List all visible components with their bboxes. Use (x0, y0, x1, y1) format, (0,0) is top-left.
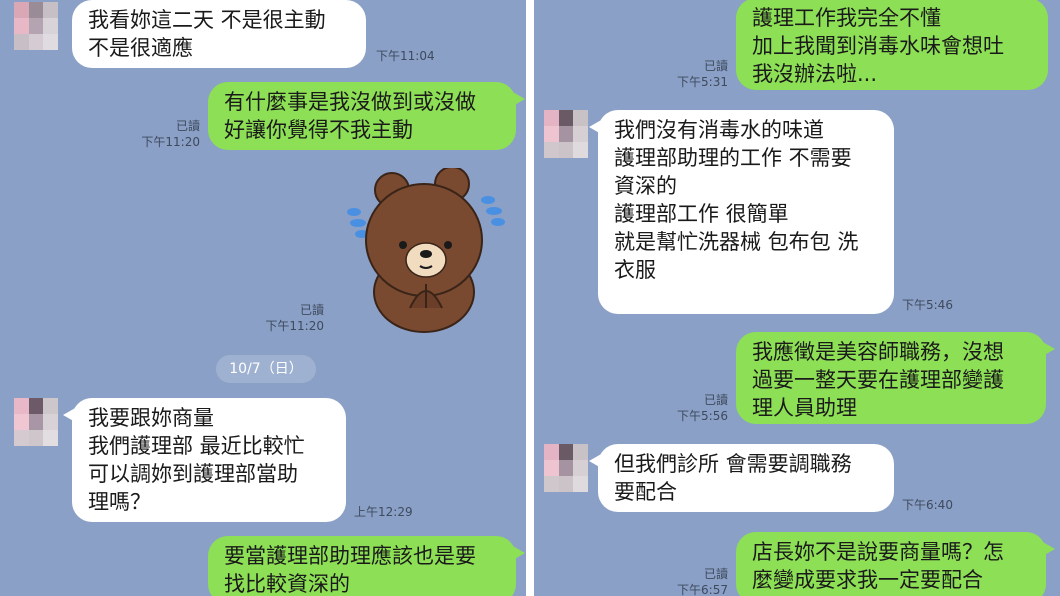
message-time: 上午12:29 (354, 505, 413, 519)
read-receipt: 已讀 (703, 59, 728, 73)
incoming-message[interactable]: 但我們診所 會需要調職務 要配合 (589, 444, 894, 512)
message-time: 下午11:20 (141, 135, 200, 149)
sender-avatar[interactable] (14, 2, 58, 50)
message-time: 下午6:40 (902, 498, 953, 512)
incoming-message[interactable]: 我要跟妳商量 我們護理部 最近比較忙 可以調妳到護理部當助 理嗎？ (63, 398, 346, 522)
incoming-message[interactable]: 我看妳這二天 不是很主動 不是很適應 (72, 0, 366, 68)
incoming-message[interactable]: 我們沒有消毒水的味道 護理部助理的工作 不需要 資深的 護理部工作 很簡單 就是… (589, 110, 894, 314)
sender-avatar[interactable] (544, 110, 588, 158)
message-time: 下午5:56 (677, 409, 728, 423)
message-time: 下午6:57 (677, 583, 728, 596)
read-receipt: 已讀 (299, 303, 324, 317)
chat-panel-left: 我看妳這二天 不是很主動 不是很適應 下午11:04 有什麼事是我沒做到或沒做 … (0, 0, 526, 596)
message-time: 下午5:46 (902, 298, 953, 312)
outgoing-message[interactable]: 店長妳不是說要商量嗎？怎 麼變成要求我一定要配合 (736, 532, 1055, 596)
date-separator: 10/7（日） (216, 355, 316, 383)
brown-bear-pleading-sticker[interactable] (340, 168, 516, 334)
outgoing-message[interactable]: 要當護理部助理應該也是要 找比較資深的 (208, 536, 525, 596)
outgoing-message[interactable]: 我應徵是美容師職務，沒想 過要一整天要在護理部變護 理人員助理 (736, 332, 1055, 424)
sender-avatar[interactable] (544, 444, 588, 492)
sender-avatar[interactable] (14, 398, 58, 446)
read-receipt: 已讀 (703, 567, 728, 581)
outgoing-message[interactable]: 有什麼事是我沒做到或沒做 好讓你覺得不我主動 (208, 82, 525, 150)
message-time: 下午11:20 (265, 319, 324, 333)
read-receipt: 已讀 (175, 119, 200, 133)
message-time: 下午11:04 (376, 49, 435, 63)
read-receipt: 已讀 (703, 393, 728, 407)
sweat-drops-right-icon (481, 196, 505, 226)
message-time: 下午5:31 (677, 75, 728, 89)
outgoing-message[interactable]: 護理工作我完全不懂 加上我聞到消毒水味會想吐 我沒辦法啦... (736, 0, 1048, 90)
chat-panel-right: 護理工作我完全不懂 加上我聞到消毒水味會想吐 我沒辦法啦... 已讀 下午5:3… (534, 0, 1060, 596)
